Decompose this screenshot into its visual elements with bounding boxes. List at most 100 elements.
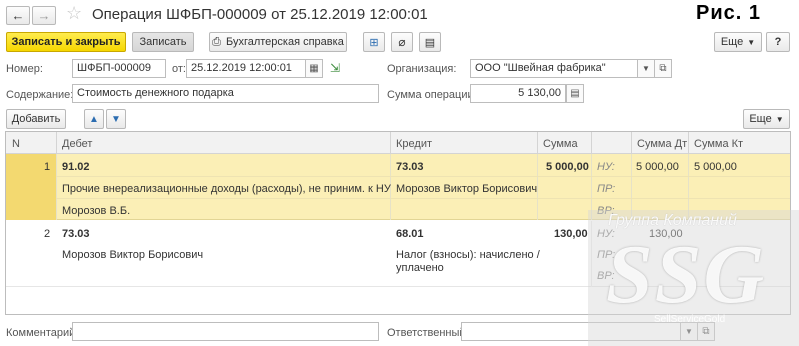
debit-subconto-1[interactable]: Морозов Виктор Борисович [62, 249, 203, 261]
header-divider [631, 132, 632, 154]
header-divider [390, 132, 391, 154]
chevron-down-icon: ▼ [685, 327, 693, 336]
credit-account[interactable]: 68.01 [396, 228, 424, 240]
header-credit: Кредит [396, 138, 433, 150]
sum-dt[interactable]: 130,00 [649, 228, 683, 240]
row-line [56, 198, 790, 199]
content-field[interactable]: Стоимость денежного подарка [72, 84, 379, 103]
number-label: Номер: [6, 63, 43, 75]
credit-account[interactable]: 73.03 [396, 161, 424, 173]
content-label: Содержание: [6, 89, 74, 101]
list-icon: ▤ [424, 36, 436, 49]
debit-subconto-1[interactable]: Прочие внереализационные доходы (расходы… [62, 183, 391, 195]
permanent-diff-label: ПР: [597, 249, 616, 261]
favorite-star-icon[interactable]: ☆ [66, 3, 82, 24]
calculator-button[interactable]: ▤ [566, 84, 584, 103]
comment-field[interactable] [72, 322, 379, 341]
header-sum: Сумма [543, 138, 578, 150]
organization-label: Организация: [387, 63, 457, 75]
tax-accounting-label: НУ: [597, 161, 615, 173]
more-actions-button[interactable]: Еще ▼ [714, 32, 762, 52]
accounting-report-label: Бухгалтерская справка [225, 36, 344, 48]
header-n: N [12, 138, 20, 150]
organization-dropdown-button[interactable]: ▼ [637, 59, 655, 78]
structure-icon: ⊞ [369, 36, 379, 49]
temporary-diff-label: ВР: [597, 205, 615, 217]
row-divider [591, 221, 592, 287]
temporary-diff-label: ВР: [597, 270, 615, 282]
debit-account[interactable]: 73.03 [62, 228, 90, 240]
open-link-icon: ⧉ [659, 63, 667, 74]
open-link-icon: ⧉ [702, 326, 710, 337]
arrow-up-icon: ▲ [89, 113, 99, 125]
responsible-open-button[interactable]: ⧉ [697, 322, 715, 341]
calculator-icon: ▤ [570, 88, 580, 99]
sum-dt[interactable]: 5 000,00 [636, 161, 679, 173]
header-sum-kt: Сумма Кт [694, 138, 744, 150]
calendar-button[interactable]: ▦ [305, 59, 323, 78]
arrow-right-icon: → [37, 8, 51, 23]
calendar-icon: ▦ [309, 63, 319, 74]
operation-sum-field[interactable]: 5 130,00 [470, 84, 566, 103]
forward-button[interactable]: → [32, 6, 56, 25]
table-more-button[interactable]: Еще ▼ [743, 109, 790, 129]
row-sum[interactable]: 5 000,00 [546, 161, 589, 173]
document-list-button[interactable]: ▤ [419, 32, 441, 52]
save-and-close-button[interactable]: Записать и закрыть [6, 32, 126, 52]
responsible-dropdown-button[interactable]: ▼ [680, 322, 698, 341]
row-divider [631, 154, 632, 220]
date-field[interactable]: 25.12.2019 12:00:01 [186, 59, 306, 78]
help-button[interactable]: ? [766, 32, 790, 52]
header-divider [591, 132, 592, 154]
figure-caption: Рис. 1 [696, 2, 761, 24]
paperclip-icon: ⌀ [398, 35, 406, 49]
row-divider [688, 154, 689, 220]
number-field[interactable]: ШФБП-000009 [72, 59, 166, 78]
attachments-button[interactable]: ⌀ [391, 32, 413, 52]
arrow-down-icon: ▼ [111, 113, 121, 125]
row-n: 1 [44, 161, 51, 173]
chevron-down-icon: ▼ [642, 64, 650, 73]
header-divider [56, 132, 57, 154]
responsible-label: Ответственный: [387, 327, 469, 339]
permanent-diff-label: ПР: [597, 183, 616, 195]
header-divider [688, 132, 689, 154]
row-n: 2 [44, 228, 51, 240]
date-label: от: [172, 63, 186, 75]
responsible-field[interactable] [461, 322, 681, 341]
chevron-down-icon: ▼ [775, 114, 784, 124]
printer-icon: ⎙ [212, 35, 221, 48]
header-divider [537, 132, 538, 154]
back-button[interactable]: ← [6, 6, 30, 25]
comment-label: Комментарий: [6, 327, 79, 339]
help-icon: ? [774, 36, 782, 48]
organization-field[interactable]: ООО "Швейная фабрика" [470, 59, 638, 78]
credit-subconto-1[interactable]: Налог (взносы): начислено / [396, 249, 540, 261]
entries-table: N Дебет Кредит Сумма Сумма Дт Сумма Кт 1… [5, 131, 791, 315]
add-row-button[interactable]: Добавить [6, 109, 66, 129]
move-down-button[interactable]: ▼ [106, 109, 126, 129]
move-up-button[interactable]: ▲ [84, 109, 104, 129]
posting-status-icon: ⇲ [330, 61, 341, 75]
window-title: Операция ШФБП-000009 от 25.12.2019 12:00… [92, 6, 428, 23]
header-debit: Дебет [62, 138, 93, 150]
table-more-label: Еще [749, 113, 772, 125]
row-divider [56, 154, 57, 220]
tax-accounting-label: НУ: [597, 228, 615, 240]
row-divider [591, 154, 592, 220]
debit-subconto-2[interactable]: Морозов В.Б. [62, 205, 130, 217]
credit-subconto-1[interactable]: Морозов Виктор Борисович [396, 183, 537, 195]
debit-account[interactable]: 91.02 [62, 161, 90, 173]
row-line [56, 176, 790, 177]
row-divider [537, 154, 538, 220]
chevron-down-icon: ▼ [747, 37, 756, 47]
save-button[interactable]: Записать [132, 32, 194, 52]
sum-kt[interactable]: 5 000,00 [694, 161, 737, 173]
row-sum[interactable]: 130,00 [554, 228, 588, 240]
structure-button[interactable]: ⊞ [363, 32, 385, 52]
credit-subconto-2[interactable]: уплачено [396, 262, 444, 274]
more-actions-label: Еще [720, 36, 744, 48]
organization-open-button[interactable]: ⧉ [654, 59, 672, 78]
arrow-left-icon: ← [11, 8, 25, 23]
accounting-report-button[interactable]: ⎙ Бухгалтерская справка [209, 32, 347, 52]
